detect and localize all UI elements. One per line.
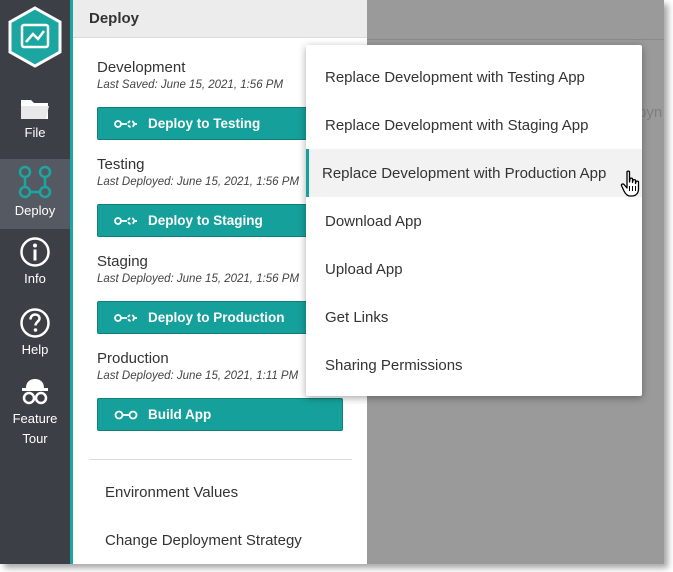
- rail-item-info[interactable]: Info: [0, 236, 70, 296]
- rail-label-deploy: Deploy: [14, 203, 56, 218]
- button-label: Deploy to Testing: [148, 116, 261, 131]
- rail-item-file[interactable]: File: [0, 96, 70, 156]
- environment-date: Last Saved: June 15, 2021, 1:56 PM: [97, 79, 284, 91]
- environment-date: Last Deployed: June 15, 2021, 1:11 PM: [97, 370, 299, 382]
- environment-name: Staging: [97, 253, 148, 270]
- menu-item-replace-with-testing[interactable]: Replace Development with Testing App: [306, 53, 642, 101]
- rail-label-tour: Tour: [22, 431, 48, 446]
- rail-label-feature: Feature: [12, 411, 58, 426]
- environment-name: Production: [97, 350, 169, 367]
- rail-label-file: File: [24, 125, 46, 140]
- button-label: Build App: [148, 407, 212, 422]
- environment-development: Development Last Saved: June 15, 2021, 1…: [97, 59, 283, 91]
- rail-item-help[interactable]: Help: [0, 307, 70, 367]
- menu-item-upload-app[interactable]: Upload App: [306, 245, 642, 293]
- menu-item-replace-with-production[interactable]: Replace Development with Production App: [306, 149, 642, 197]
- help-icon: [20, 308, 50, 338]
- link-icon: [114, 410, 138, 419]
- button-label: Deploy to Staging: [148, 213, 263, 228]
- background-divider: [367, 39, 664, 40]
- environment-date: Last Deployed: June 15, 2021, 1:56 PM: [97, 273, 300, 285]
- left-nav-rail: File Deploy Info Help Feature Tour: [0, 0, 70, 564]
- app-logo-icon[interactable]: [6, 6, 64, 68]
- folder-icon: [21, 100, 49, 119]
- rail-label-info: Info: [24, 271, 46, 286]
- feature-tour-icon: [22, 379, 48, 405]
- panel-title: Deploy: [73, 0, 367, 38]
- pipeline-icon: [114, 216, 137, 225]
- deploy-icon: [18, 165, 52, 199]
- rail-item-feature-tour[interactable]: Feature Tour: [0, 376, 70, 456]
- panel-divider: [89, 459, 352, 460]
- menu-item-get-links[interactable]: Get Links: [306, 293, 642, 341]
- menu-item-sharing-permissions[interactable]: Sharing Permissions: [306, 341, 642, 389]
- change-deployment-strategy-link[interactable]: Change Deployment Strategy: [105, 532, 302, 549]
- pipeline-icon: [114, 313, 137, 322]
- environment-values-link[interactable]: Environment Values: [105, 484, 238, 501]
- environment-staging: Staging Last Deployed: June 15, 2021, 1:…: [97, 253, 299, 285]
- environment-name: Development: [97, 59, 186, 76]
- pipeline-icon: [114, 119, 137, 128]
- environment-name: Testing: [97, 156, 145, 173]
- rail-label-help: Help: [21, 342, 49, 357]
- menu-item-download-app[interactable]: Download App: [306, 197, 642, 245]
- deploy-options-menu: Replace Development with Testing App Rep…: [306, 45, 642, 396]
- app-window: File Deploy Info Help Feature Tour pyn D…: [0, 0, 664, 564]
- info-icon: [20, 237, 50, 267]
- menu-item-replace-with-staging[interactable]: Replace Development with Staging App: [306, 101, 642, 149]
- build-app-button[interactable]: Build App: [97, 398, 343, 431]
- rail-item-deploy[interactable]: Deploy: [0, 159, 70, 229]
- environment-date: Last Deployed: June 15, 2021, 1:56 PM: [97, 176, 300, 188]
- hand-cursor-icon: [620, 170, 640, 197]
- environment-production: Production Last Deployed: June 15, 2021,…: [97, 350, 298, 382]
- button-label: Deploy to Production: [148, 310, 285, 325]
- environment-testing: Testing Last Deployed: June 15, 2021, 1:…: [97, 156, 299, 188]
